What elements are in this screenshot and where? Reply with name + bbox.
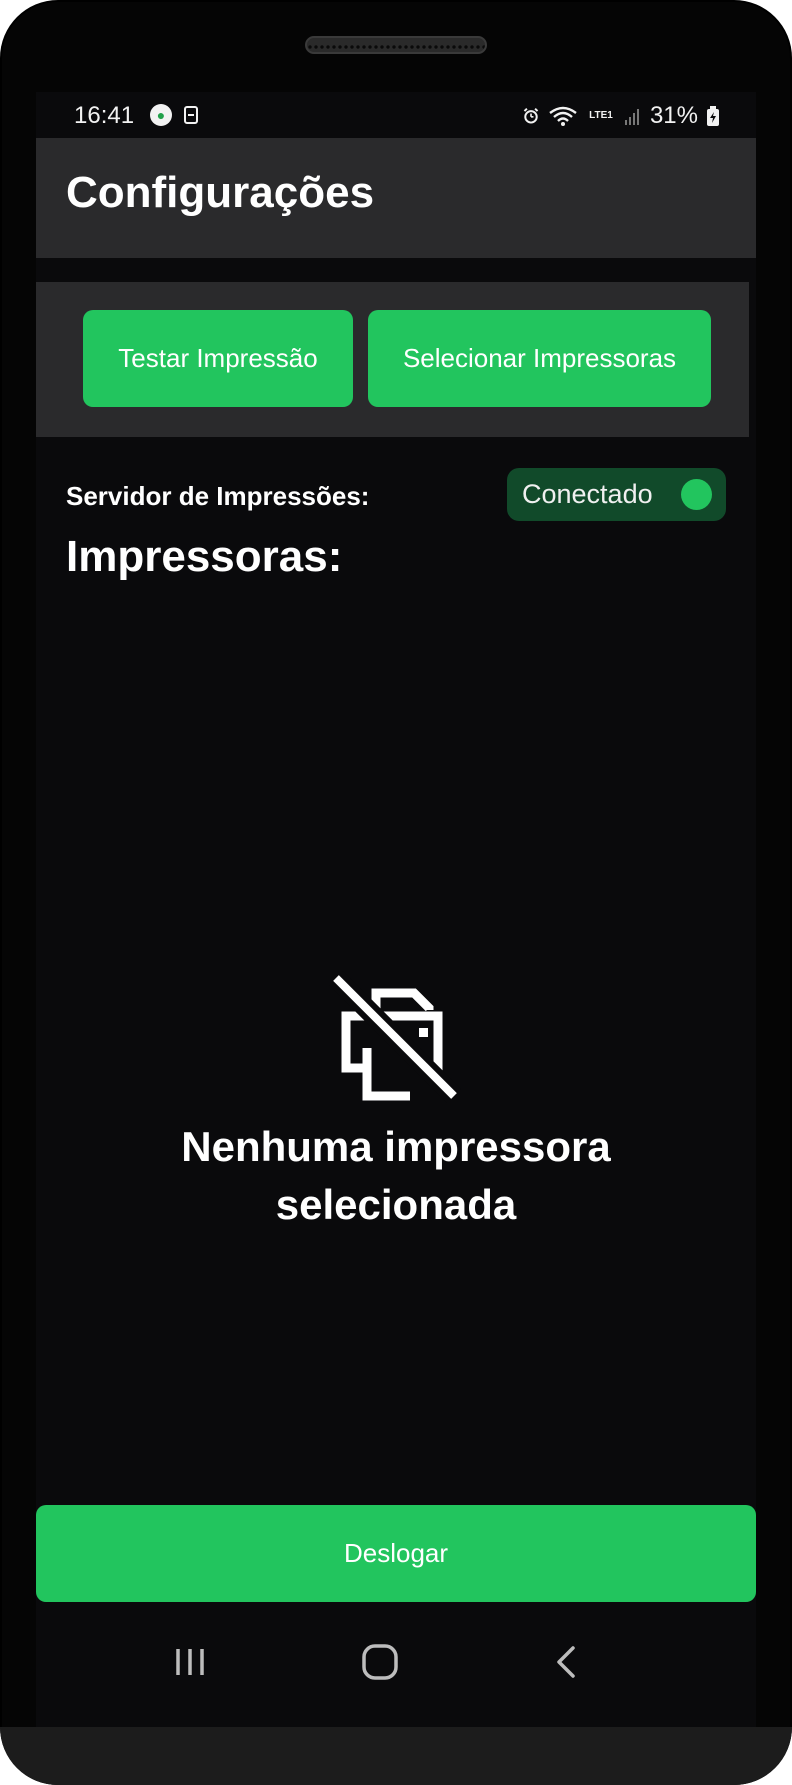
app-header: Configurações bbox=[36, 138, 756, 258]
printers-section-title: Impressoras: bbox=[66, 532, 343, 581]
no-printer-message-line2: selecionada bbox=[275, 1181, 517, 1228]
alarm-icon bbox=[522, 105, 540, 127]
lte-indicator: LTE1 bbox=[586, 105, 616, 127]
app-notification-icon: ● bbox=[150, 104, 172, 126]
system-navigation-bar bbox=[36, 1622, 756, 1702]
no-printer-message: Nenhuma impressora selecionada bbox=[96, 1118, 696, 1234]
page-title: Configurações bbox=[66, 168, 375, 217]
logout-button[interactable]: Deslogar bbox=[36, 1505, 756, 1602]
phone-device: 16:41 ● LTE1 31% Configurações Testar Im… bbox=[0, 0, 792, 1785]
recent-apps-icon[interactable] bbox=[160, 1632, 220, 1692]
action-toolbar: Testar Impressão Selecionar Impressoras bbox=[36, 282, 749, 437]
status-indicator-dot bbox=[681, 479, 712, 510]
status-time: 16:41 bbox=[74, 102, 135, 129]
no-printer-message-line1: Nenhuma impressora bbox=[181, 1123, 611, 1170]
status-bar: 16:41 ● LTE1 31% bbox=[36, 92, 756, 138]
select-printers-button[interactable]: Selecionar Impressoras bbox=[368, 310, 711, 407]
printer-off-icon bbox=[326, 968, 466, 1108]
wifi-icon bbox=[548, 105, 578, 127]
print-server-status: Conectado bbox=[522, 479, 653, 509]
back-icon[interactable] bbox=[536, 1632, 596, 1692]
status-system-icons: LTE1 31% bbox=[522, 102, 720, 130]
phone-chin bbox=[0, 1727, 792, 1785]
lte-label: LTE1 bbox=[589, 110, 613, 121]
app-screen: 16:41 ● LTE1 31% Configurações Testar Im… bbox=[36, 92, 756, 1728]
earpiece-speaker bbox=[305, 36, 487, 54]
battery-percent: 31% bbox=[649, 102, 698, 129]
print-server-label: Servidor de Impressões: bbox=[66, 481, 370, 511]
sim-card-icon bbox=[182, 104, 200, 126]
print-server-status-toggle[interactable]: Conectado bbox=[507, 468, 726, 521]
home-icon[interactable] bbox=[350, 1632, 410, 1692]
signal-icon bbox=[624, 105, 642, 127]
test-print-button[interactable]: Testar Impressão bbox=[83, 310, 353, 407]
battery-charging-icon bbox=[706, 105, 720, 127]
status-notification-icons: ● bbox=[150, 104, 200, 126]
